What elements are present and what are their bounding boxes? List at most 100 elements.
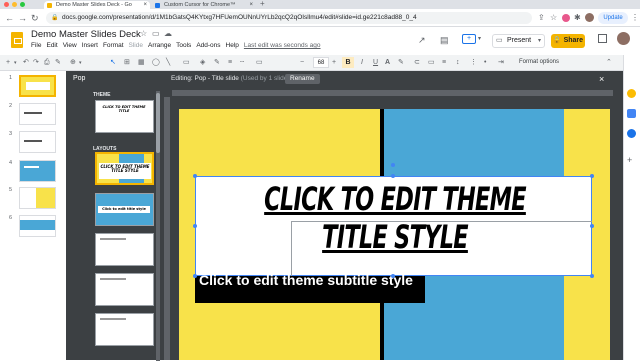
- url-input[interactable]: 🔒 docs.google.com/presentation/d/1M1bGat…: [46, 12, 532, 24]
- image-icon[interactable]: ▦: [138, 57, 145, 69]
- activity-trend-icon[interactable]: ↗: [418, 35, 426, 46]
- contacts-icon[interactable]: [627, 129, 636, 138]
- italic-button[interactable]: I: [361, 57, 363, 69]
- layout-thumbnail[interactable]: [95, 233, 154, 266]
- menu-tools[interactable]: Tools: [176, 42, 191, 49]
- increase-font-size-icon[interactable]: +: [332, 57, 336, 69]
- share-button[interactable]: 🔒 Share: [551, 34, 585, 48]
- layout-thumbnail[interactable]: [95, 273, 154, 306]
- browser-tab-slides[interactable]: Demo Master Slides Deck - Go ×: [44, 1, 150, 9]
- redo-icon[interactable]: ↷: [33, 57, 39, 69]
- resize-handle[interactable]: [391, 274, 395, 278]
- resize-handle[interactable]: [590, 274, 594, 278]
- select-cursor-icon[interactable]: ↖: [110, 57, 116, 69]
- slides-logo-icon[interactable]: [11, 32, 23, 48]
- menu-slide[interactable]: Slide: [129, 42, 143, 49]
- comments-icon[interactable]: ▤: [440, 35, 449, 46]
- browser-tab-cursor[interactable]: Custom Cursor for Chrome™ ×: [152, 1, 256, 9]
- line-spacing-icon[interactable]: ↕: [456, 57, 460, 69]
- move-folder-icon[interactable]: ▭: [152, 29, 160, 38]
- slide-thumbnail[interactable]: [19, 75, 56, 97]
- slide-thumbnail[interactable]: [19, 160, 56, 182]
- bold-button[interactable]: B: [342, 57, 354, 68]
- close-window-icon[interactable]: [4, 2, 9, 7]
- fill-color-icon[interactable]: ◈: [200, 57, 205, 69]
- add-comment-icon[interactable]: ▭: [428, 57, 435, 69]
- chevron-down-icon[interactable]: ▾: [14, 57, 17, 69]
- last-edit-link[interactable]: Last edit was seconds ago: [244, 42, 321, 49]
- extensions-puzzle-icon[interactable]: ✱: [574, 12, 581, 24]
- resize-handle[interactable]: [391, 174, 395, 178]
- theme-master-thumbnail[interactable]: CLICK TO EDIT THEME TITLE: [95, 100, 154, 133]
- rename-button[interactable]: Rename: [285, 74, 320, 84]
- slide-thumbnail[interactable]: [19, 103, 56, 125]
- forward-icon[interactable]: →: [18, 12, 27, 24]
- close-tab-icon[interactable]: ×: [143, 1, 147, 9]
- font-size-input[interactable]: 68: [313, 57, 329, 68]
- menu-view[interactable]: View: [63, 42, 77, 49]
- border-dash-icon[interactable]: ┄: [240, 57, 244, 69]
- numbered-list-icon[interactable]: ⋮: [470, 57, 477, 69]
- menu-help[interactable]: Help: [226, 42, 239, 49]
- highlight-icon[interactable]: ✎: [398, 57, 404, 69]
- resize-handle[interactable]: [193, 274, 197, 278]
- underline-button[interactable]: U: [373, 57, 378, 69]
- border-color-icon[interactable]: ✎: [214, 57, 220, 69]
- slide-thumbnail[interactable]: [19, 215, 56, 237]
- collapse-toolbar-icon[interactable]: ⌃: [606, 57, 612, 69]
- minimize-window-icon[interactable]: [12, 2, 17, 7]
- subtitle-text[interactable]: Click to edit theme subtitle style: [199, 272, 419, 288]
- bookmark-star-icon[interactable]: ☆: [550, 12, 557, 24]
- resize-handle[interactable]: [193, 174, 197, 178]
- extension-icon[interactable]: [562, 14, 570, 22]
- profile-avatar[interactable]: [585, 13, 594, 22]
- layout-panel-scrollbar[interactable]: [156, 91, 160, 361]
- layout-thumbnail[interactable]: [95, 313, 154, 346]
- border-weight-icon[interactable]: ≡: [228, 57, 232, 69]
- share-page-icon[interactable]: ⇪: [538, 12, 545, 24]
- paint-format-icon[interactable]: ✎: [55, 57, 61, 69]
- keep-icon[interactable]: [627, 89, 636, 98]
- slide-thumbnail[interactable]: [19, 187, 56, 209]
- font-family-dropdown[interactable]: ▭: [256, 57, 263, 69]
- menu-insert[interactable]: Insert: [82, 42, 98, 49]
- menu-format[interactable]: Format: [103, 42, 124, 49]
- add-on-plus-icon[interactable]: +: [627, 155, 632, 165]
- rotate-handle[interactable]: [391, 163, 395, 167]
- layout-thumbnail[interactable]: Click to edit title style: [95, 193, 154, 226]
- more-menu-icon[interactable]: ⋮: [631, 12, 639, 24]
- back-icon[interactable]: ←: [5, 12, 14, 24]
- menu-file[interactable]: File: [31, 42, 41, 49]
- menu-addons[interactable]: Add-ons: [196, 42, 220, 49]
- title-text[interactable]: CLICK TO EDIT THEME TITLE STYLE: [259, 180, 532, 256]
- tasks-icon[interactable]: [627, 109, 636, 118]
- text-box-icon[interactable]: ⊞: [124, 57, 130, 69]
- present-mode-icon[interactable]: [598, 34, 607, 43]
- link-icon[interactable]: ⊂: [414, 57, 420, 69]
- text-color-icon[interactable]: A: [385, 57, 390, 69]
- star-icon[interactable]: ☆: [140, 29, 147, 38]
- resize-handle[interactable]: [590, 174, 594, 178]
- new-slide-icon[interactable]: +: [6, 57, 10, 69]
- new-tab-icon[interactable]: +: [260, 0, 265, 8]
- chevron-down-icon[interactable]: ▾: [478, 35, 481, 42]
- chevron-down-icon[interactable]: ▾: [79, 57, 82, 69]
- zoom-icon[interactable]: ⊕: [70, 57, 76, 69]
- slide-thumbnail[interactable]: [19, 131, 56, 153]
- shape-icon[interactable]: ◯: [152, 57, 160, 69]
- format-options-button[interactable]: Format options: [519, 59, 559, 65]
- reload-icon[interactable]: ↻: [31, 12, 39, 24]
- align-icon[interactable]: ≡: [442, 57, 446, 69]
- print-icon[interactable]: ⎙: [44, 57, 50, 69]
- comment-add-icon[interactable]: ▭: [183, 57, 190, 69]
- layout-title-slide-thumbnail[interactable]: CLICK TO EDIT THEME TITLE STYLE: [95, 152, 154, 185]
- line-icon[interactable]: ╲: [166, 57, 170, 69]
- indent-icon[interactable]: ⇥: [498, 57, 504, 69]
- document-title[interactable]: Demo Master Slides Deck: [31, 29, 141, 40]
- update-button[interactable]: Update: [598, 12, 628, 24]
- resize-handle[interactable]: [193, 224, 197, 228]
- close-icon[interactable]: ×: [599, 71, 604, 87]
- close-tab-icon[interactable]: ×: [249, 1, 253, 9]
- present-button[interactable]: ▭ Present ▾: [492, 34, 545, 48]
- bulleted-list-icon[interactable]: •: [484, 57, 486, 69]
